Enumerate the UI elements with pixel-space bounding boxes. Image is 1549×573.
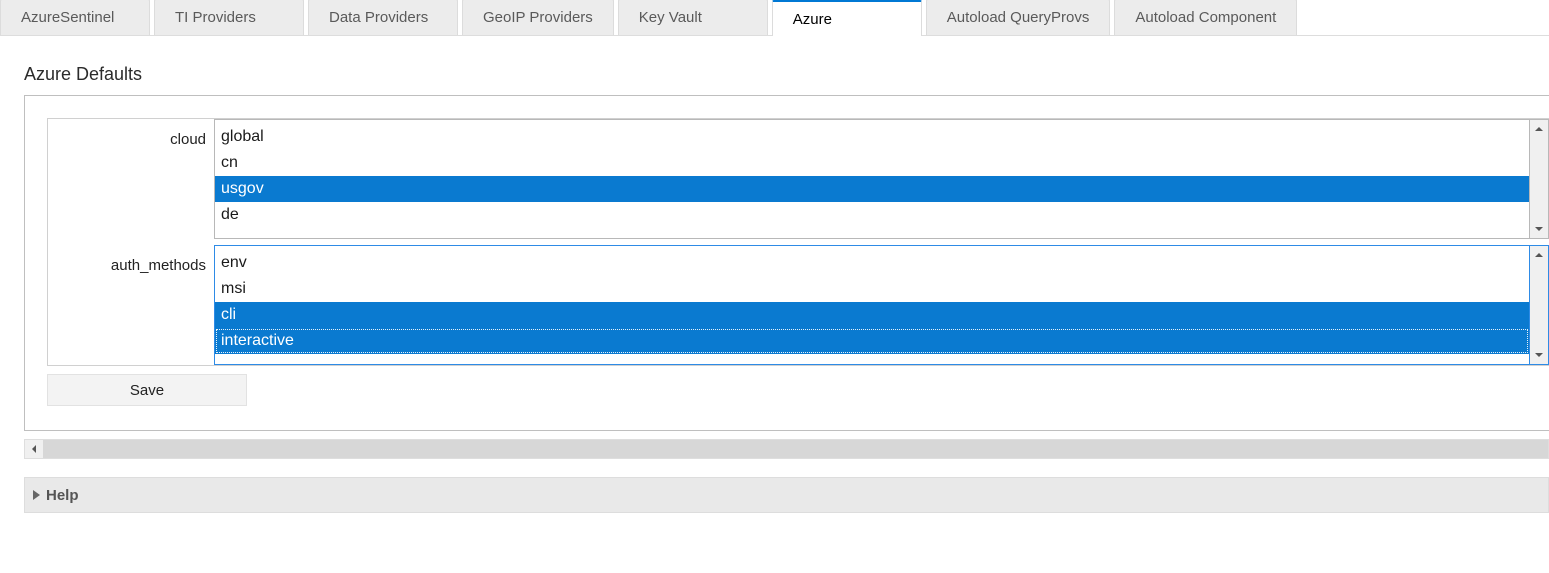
tab-geoip-providers[interactable]: GeoIP Providers	[462, 0, 614, 35]
auth-option-msi[interactable]: msi	[215, 276, 1529, 302]
auth-option-cli[interactable]: cli	[215, 302, 1529, 328]
save-button[interactable]: Save	[47, 374, 247, 406]
scroll-down-icon[interactable]	[1530, 220, 1548, 238]
auth-methods-listbox[interactable]: env msi cli interactive	[214, 245, 1529, 365]
section-title: Azure Defaults	[24, 64, 1549, 85]
tab-azuresentinel[interactable]: AzureSentinel	[0, 0, 150, 35]
tab-ti-providers[interactable]: TI Providers	[154, 0, 304, 35]
settings-panel: cloud global cn usgov de	[24, 95, 1549, 431]
auth-scrollbar[interactable]	[1529, 245, 1549, 365]
scroll-left-icon[interactable]	[25, 440, 43, 458]
hscroll-track[interactable]	[43, 440, 1548, 458]
auth-option-interactive[interactable]: interactive	[215, 328, 1529, 354]
cloud-option-de[interactable]: de	[215, 202, 1529, 228]
cloud-option-cn[interactable]: cn	[215, 150, 1529, 176]
cloud-option-global[interactable]: global	[215, 124, 1529, 150]
caret-right-icon	[33, 490, 40, 500]
cloud-option-usgov[interactable]: usgov	[215, 176, 1529, 202]
scroll-up-icon[interactable]	[1530, 120, 1548, 138]
tab-bar: AzureSentinel TI Providers Data Provider…	[0, 0, 1549, 36]
cloud-listbox[interactable]: global cn usgov de	[214, 119, 1529, 239]
auth-methods-label: auth_methods	[48, 245, 214, 274]
tab-data-providers[interactable]: Data Providers	[308, 0, 458, 35]
tab-key-vault[interactable]: Key Vault	[618, 0, 768, 35]
tab-autoload-queryprovs[interactable]: Autoload QueryProvs	[926, 0, 1111, 35]
scroll-up-icon[interactable]	[1530, 246, 1548, 264]
horizontal-scrollbar[interactable]	[24, 439, 1549, 459]
help-accordion[interactable]: Help	[24, 477, 1549, 513]
help-label: Help	[46, 487, 79, 504]
tab-autoload-component[interactable]: Autoload Component	[1114, 0, 1297, 35]
settings-form: cloud global cn usgov de	[47, 118, 1549, 366]
tab-azure[interactable]: Azure	[772, 0, 922, 36]
cloud-scrollbar[interactable]	[1529, 119, 1549, 239]
auth-option-env[interactable]: env	[215, 250, 1529, 276]
row-auth-methods: auth_methods env msi cli interactive	[48, 245, 1549, 365]
cloud-label: cloud	[48, 119, 214, 148]
scroll-down-icon[interactable]	[1530, 346, 1548, 364]
row-cloud: cloud global cn usgov de	[48, 119, 1549, 239]
